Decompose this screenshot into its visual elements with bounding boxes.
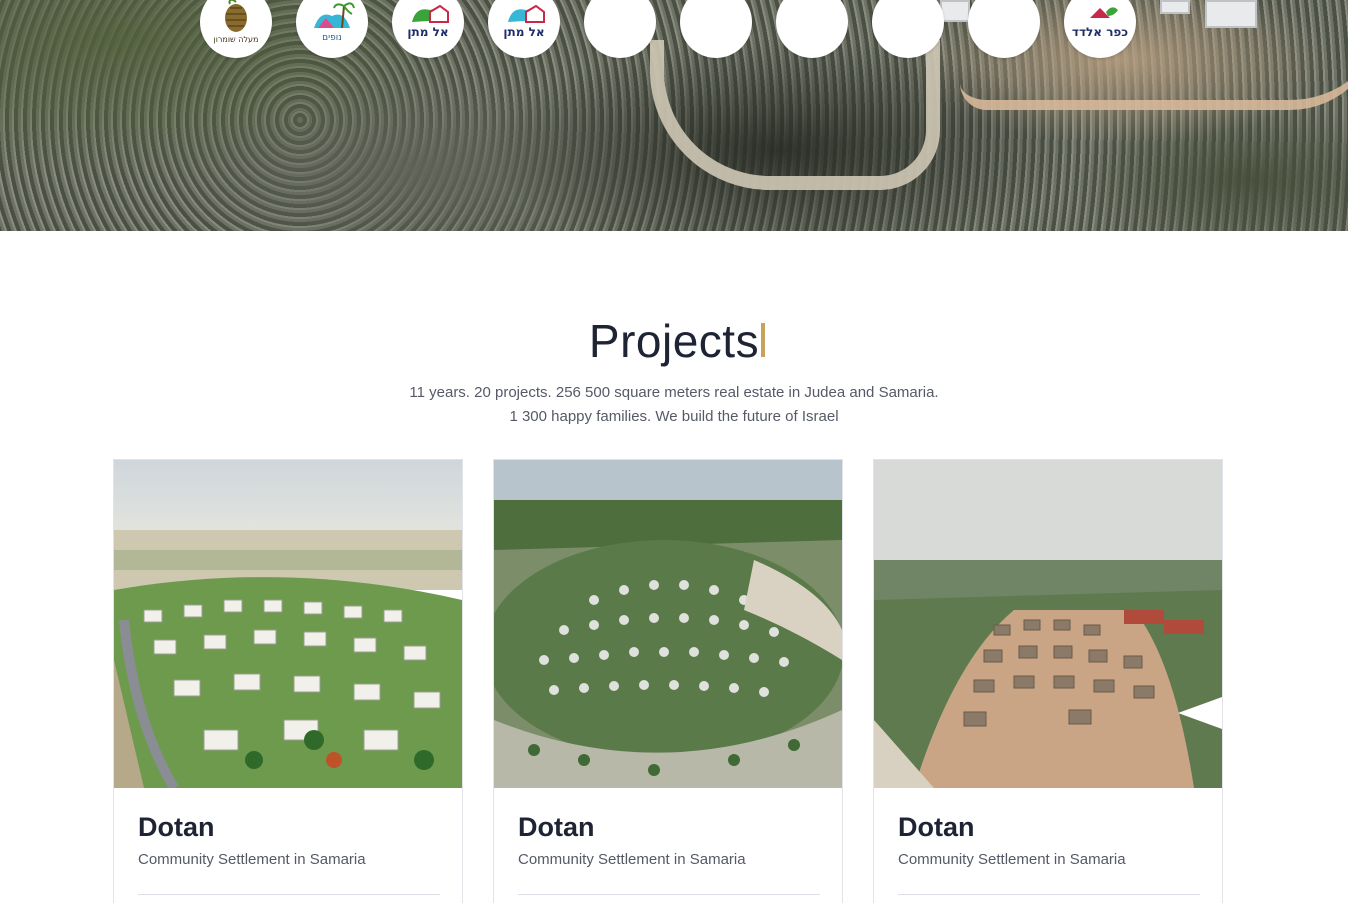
project-photo[interactable] — [874, 460, 1222, 788]
projects-subtitle-line1: 11 years. 20 projects. 256 500 square me… — [409, 384, 939, 401]
partner-logos-row: מעלה שומרון נופים אל מתן אל מתן כפר אלדד — [200, 0, 1140, 60]
project-construction-image — [874, 460, 1222, 788]
house-icon: אל מתן — [503, 4, 545, 39]
card-divider — [898, 894, 1200, 895]
el-matan-logo-1[interactable]: אל מתן — [392, 0, 464, 58]
svg-text:מעלה שומרון: מעלה שומרון — [214, 35, 259, 44]
hero-building — [1160, 0, 1190, 14]
project-description: Community Settlement in Samaria — [518, 851, 746, 868]
title-accent-bar — [761, 323, 765, 357]
empty-logo-4[interactable] — [872, 0, 944, 58]
project-name[interactable]: Dotan — [898, 812, 975, 843]
house-icon: אל מתן — [407, 4, 449, 39]
pinecone-icon: מעלה שומרון — [214, 0, 259, 44]
nofim-logo[interactable]: נופים — [296, 0, 368, 58]
hero-retaining-wall — [650, 40, 940, 190]
el-matan-logo-2[interactable]: אל מתן — [488, 0, 560, 58]
empty-logo-5[interactable] — [968, 0, 1040, 58]
project-card[interactable]: Dotan Community Settlement in Samaria — [873, 459, 1223, 903]
card-divider — [138, 894, 440, 895]
next-arrow-icon[interactable] — [1178, 697, 1222, 729]
palm-tree-icon: נופים — [314, 2, 355, 43]
empty-logo-1[interactable] — [584, 0, 656, 58]
svg-text:אל מתן: אל מתן — [407, 25, 448, 39]
project-name[interactable]: Dotan — [138, 812, 215, 843]
eldad-house-icon: כפר אלדד — [1072, 7, 1128, 39]
empty-logo-3[interactable] — [776, 0, 848, 58]
project-photo[interactable] — [494, 460, 842, 788]
project-card[interactable]: Dotan Community Settlement in Samaria — [113, 459, 463, 903]
svg-text:אל מתן: אל מתן — [503, 25, 544, 39]
projects-title: Projects — [588, 315, 760, 367]
kfar-eldad-logo[interactable]: כפר אלדד — [1064, 0, 1136, 58]
hero-building — [1205, 0, 1257, 28]
project-aerial-image — [494, 460, 842, 788]
hero-aerial-image: מעלה שומרון נופים אל מתן אל מתן כפר אלדד — [0, 0, 1348, 231]
project-rendering-image — [114, 460, 462, 788]
empty-logo-2[interactable] — [680, 0, 752, 58]
project-description: Community Settlement in Samaria — [138, 851, 366, 868]
svg-text:כפר אלדד: כפר אלדד — [1072, 25, 1128, 39]
project-card[interactable]: Dotan Community Settlement in Samaria — [493, 459, 843, 903]
project-name[interactable]: Dotan — [518, 812, 595, 843]
project-description: Community Settlement in Samaria — [898, 851, 1126, 868]
project-photo[interactable] — [114, 460, 462, 788]
projects-subtitle-line2: 1 300 happy families. We build the futur… — [509, 408, 839, 425]
maale-shomron-logo[interactable]: מעלה שומרון — [200, 0, 272, 58]
svg-text:נופים: נופים — [322, 33, 342, 43]
card-divider — [518, 894, 820, 895]
